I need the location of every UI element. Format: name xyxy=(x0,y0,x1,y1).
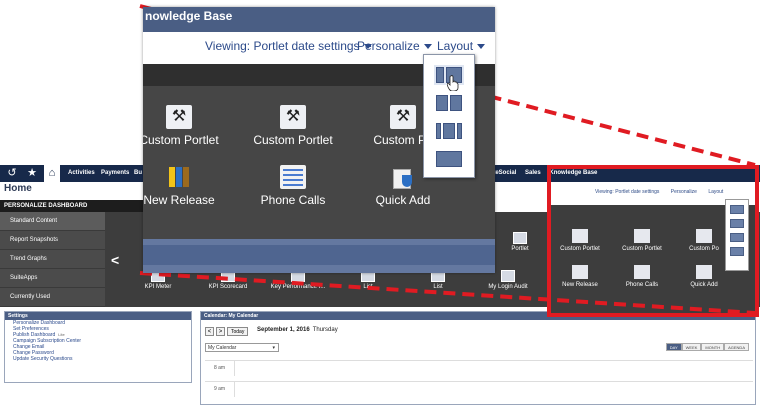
tools-icon xyxy=(390,105,416,129)
zoom-blue-bar-inner xyxy=(143,245,495,265)
layout-2col-equal-option[interactable] xyxy=(436,95,462,111)
zoomed-view: nowledge Base Viewing: Portlet date sett… xyxy=(143,7,495,273)
quick-add-icon xyxy=(390,165,416,189)
hand-cursor-icon xyxy=(447,75,459,91)
viewing-settings-label: Viewing: Portlet date settings xyxy=(205,39,360,53)
layout-1col-option[interactable] xyxy=(436,151,462,167)
portlet-custom-1[interactable]: Custom Portlet xyxy=(143,105,229,147)
chevron-down-icon xyxy=(477,44,486,50)
portlet-custom-2[interactable]: Custom Portlet xyxy=(243,105,343,147)
layout-dropdown[interactable]: Layout xyxy=(437,39,486,53)
layout-label: Layout xyxy=(437,39,474,53)
portlet-label: New Release xyxy=(143,193,215,207)
zoom-line-bottom xyxy=(139,271,756,315)
portlet-label: Custom Portlet xyxy=(253,133,333,147)
portlet-label: Quick Add xyxy=(375,193,431,207)
tools-icon xyxy=(280,105,306,129)
viewing-settings-dropdown[interactable]: Viewing: Portlet date settings xyxy=(205,39,372,53)
personalize-dropdown[interactable]: Personalize xyxy=(357,39,432,53)
zoom-title: nowledge Base xyxy=(143,7,495,32)
layout-block xyxy=(436,95,448,111)
portlet-label: Phone Calls xyxy=(260,193,326,207)
portlet-new-release[interactable]: New Release xyxy=(143,165,229,207)
layout-block xyxy=(436,123,441,139)
layout-block xyxy=(436,151,462,167)
tutorial-screenshot: ↺ ★ ⌂ Activities Payments Bu SuiteSocial… xyxy=(0,0,760,405)
books-icon xyxy=(166,165,192,189)
layout-block xyxy=(457,123,462,139)
layout-block xyxy=(443,123,455,139)
layout-3col-option[interactable] xyxy=(436,123,462,139)
layout-menu xyxy=(423,54,475,178)
list-icon xyxy=(280,165,306,189)
personalize-label: Personalize xyxy=(357,39,420,53)
layout-block xyxy=(436,67,444,83)
layout-block xyxy=(450,95,462,111)
tools-icon xyxy=(166,105,192,129)
portlet-label: Custom Portlet xyxy=(143,133,219,147)
chevron-down-icon xyxy=(423,44,432,50)
portlet-phone-calls[interactable]: Phone Calls xyxy=(243,165,343,207)
